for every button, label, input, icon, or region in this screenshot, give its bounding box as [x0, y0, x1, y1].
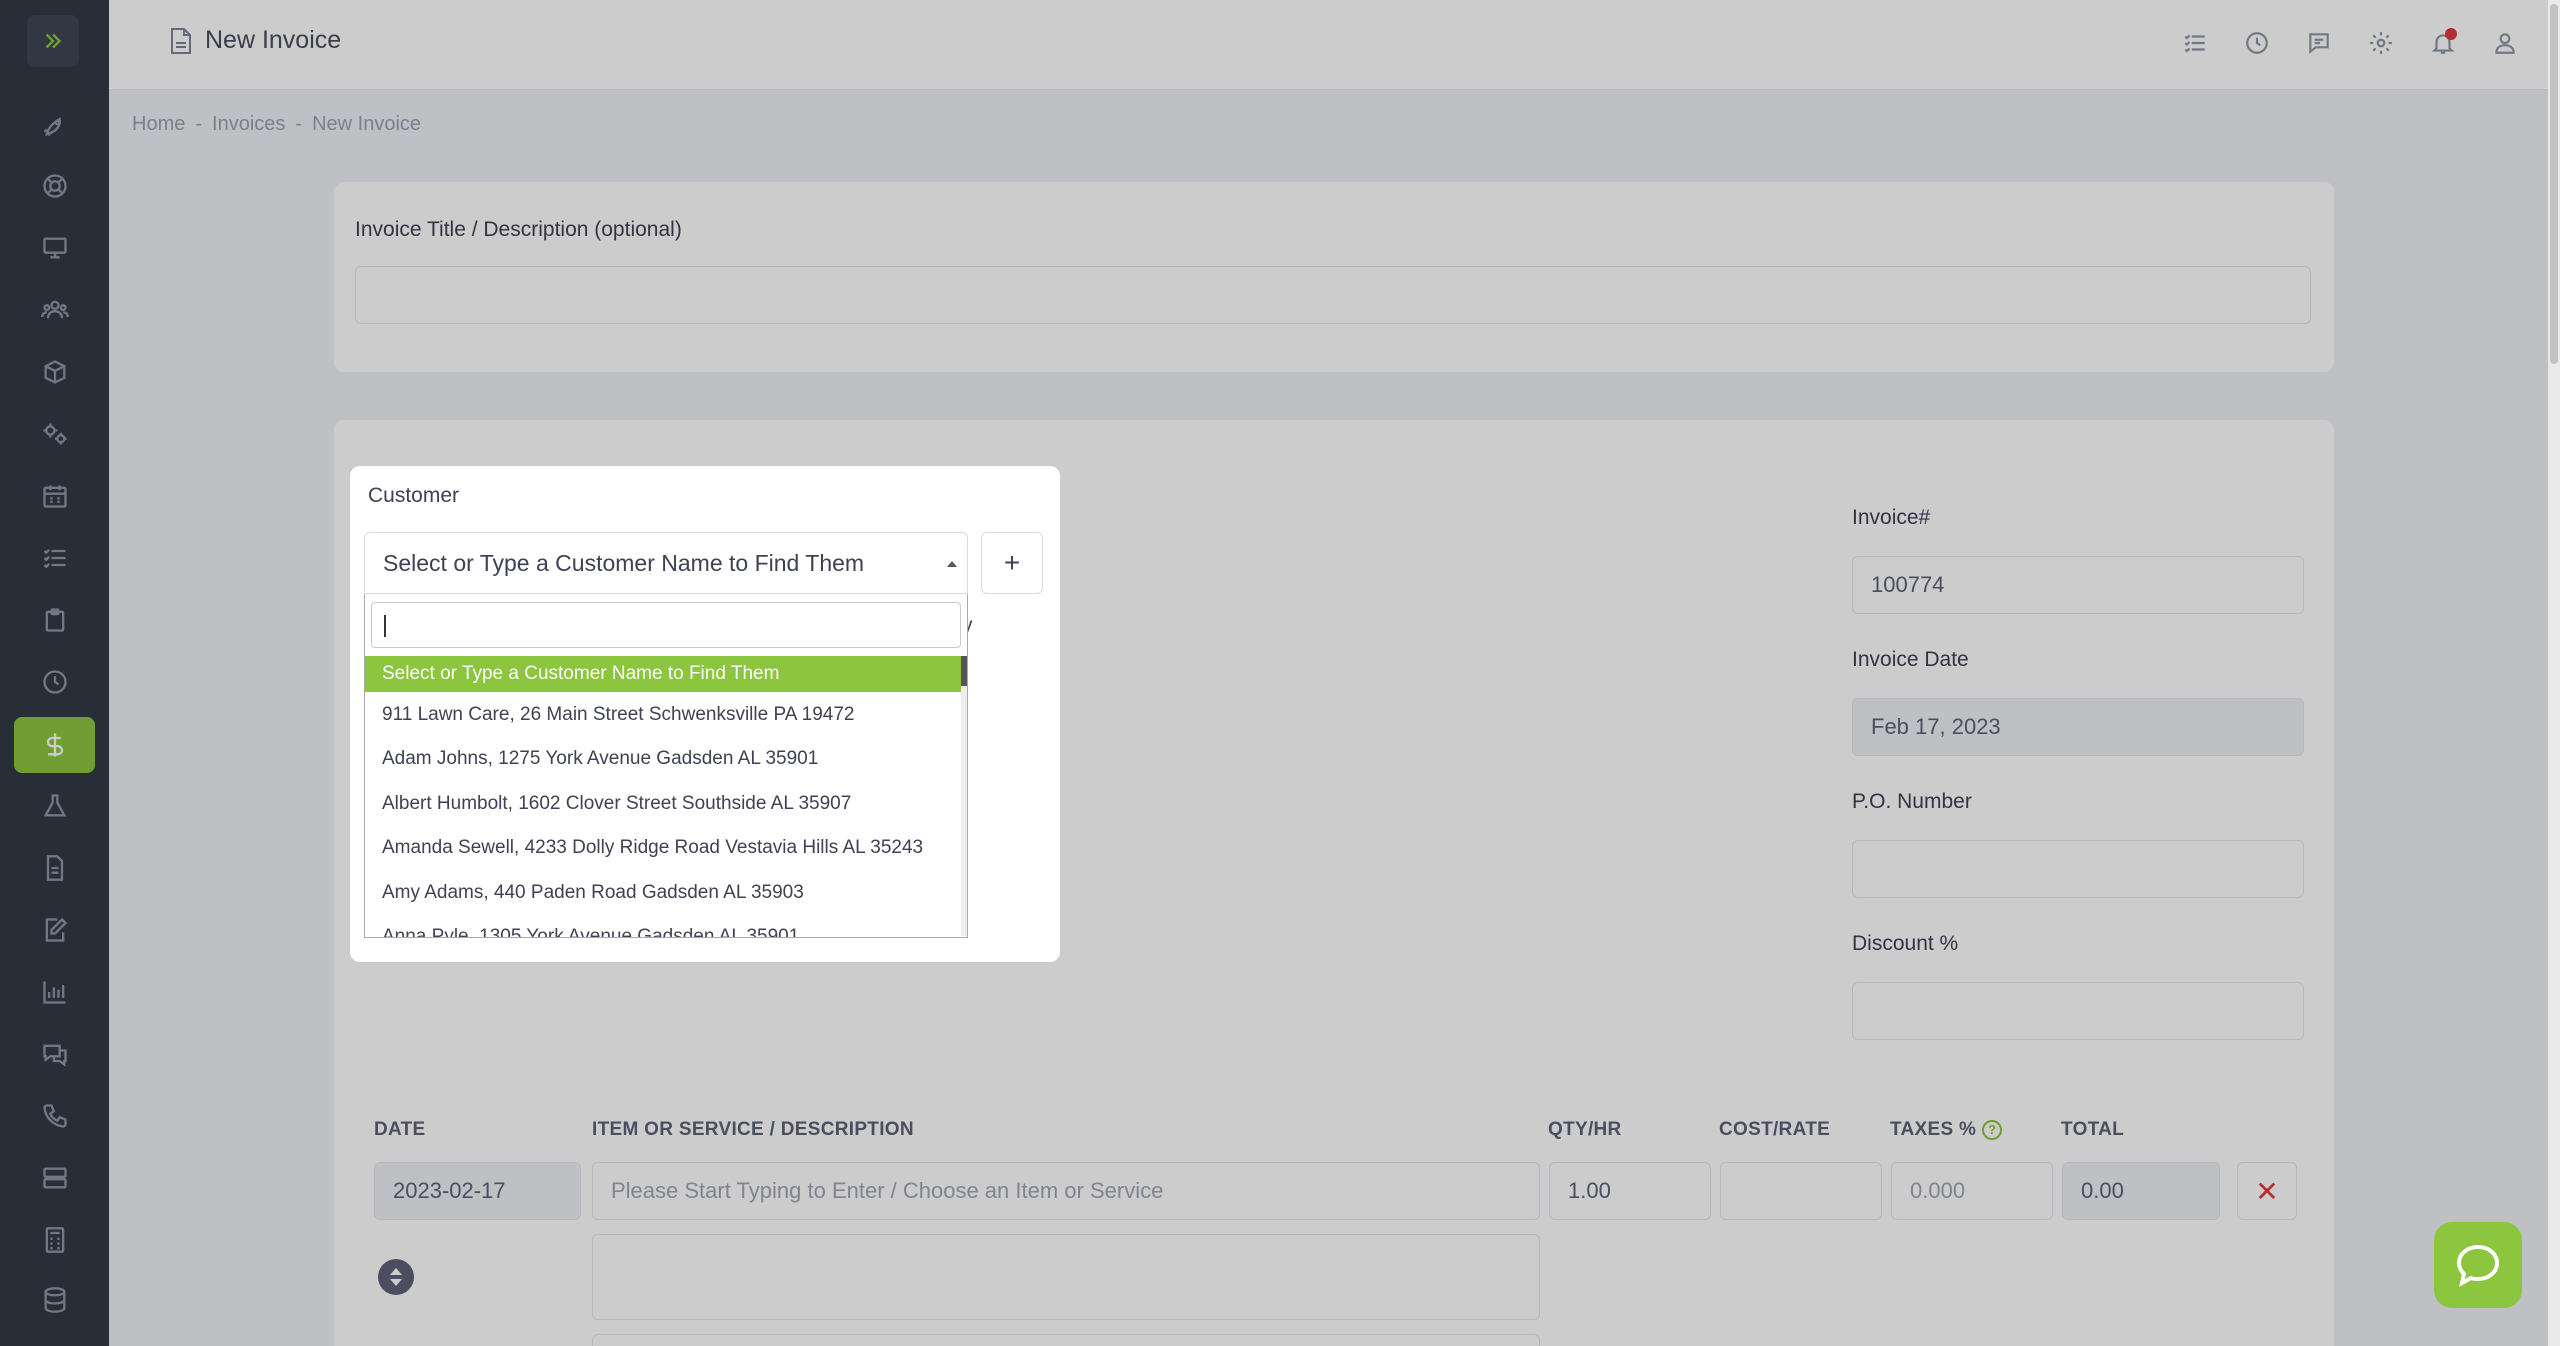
customer-option[interactable]: Anna Pyle, 1305 York Avenue Gadsden AL 3… — [365, 914, 963, 937]
customer-option[interactable]: Albert Humbolt, 1602 Clover Street South… — [365, 781, 963, 826]
customer-panel: Customer Select or Type a Customer Name … — [350, 466, 1060, 962]
text-cursor — [384, 615, 386, 637]
customer-option[interactable]: 911 Lawn Care, 26 Main Street Schwenksvi… — [365, 692, 963, 737]
customer-select[interactable]: Select or Type a Customer Name to Find T… — [364, 532, 968, 594]
customer-option[interactable]: Amanda Sewell, 4233 Dolly Ridge Road Ves… — [365, 825, 963, 870]
dropdown-scroll-thumb[interactable] — [961, 656, 967, 686]
dropdown-scrollbar[interactable] — [961, 656, 967, 936]
customer-search-input[interactable] — [371, 602, 961, 648]
customer-option[interactable]: Adam Johns, 1275 York Avenue Gadsden AL … — [365, 736, 963, 781]
customer-option[interactable]: Amy Adams, 440 Paden Road Gadsden AL 359… — [365, 870, 963, 915]
customer-options-list: Select or Type a Customer Name to Find T… — [365, 656, 963, 937]
customer-option[interactable]: Select or Type a Customer Name to Find T… — [365, 656, 963, 692]
caret-up-icon — [947, 561, 957, 567]
customer-select-value: Select or Type a Customer Name to Find T… — [383, 549, 865, 576]
customer-dropdown: Select or Type a Customer Name to Find T… — [364, 594, 968, 938]
chat-launcher-button[interactable] — [2434, 1222, 2522, 1308]
chat-bubble-icon — [2456, 1244, 2500, 1287]
customer-label: Customer — [368, 484, 460, 507]
page-scrollbar[interactable] — [2548, 0, 2560, 1346]
page-scroll-thumb[interactable] — [2550, 4, 2558, 364]
add-customer-button[interactable]: + — [981, 532, 1043, 594]
